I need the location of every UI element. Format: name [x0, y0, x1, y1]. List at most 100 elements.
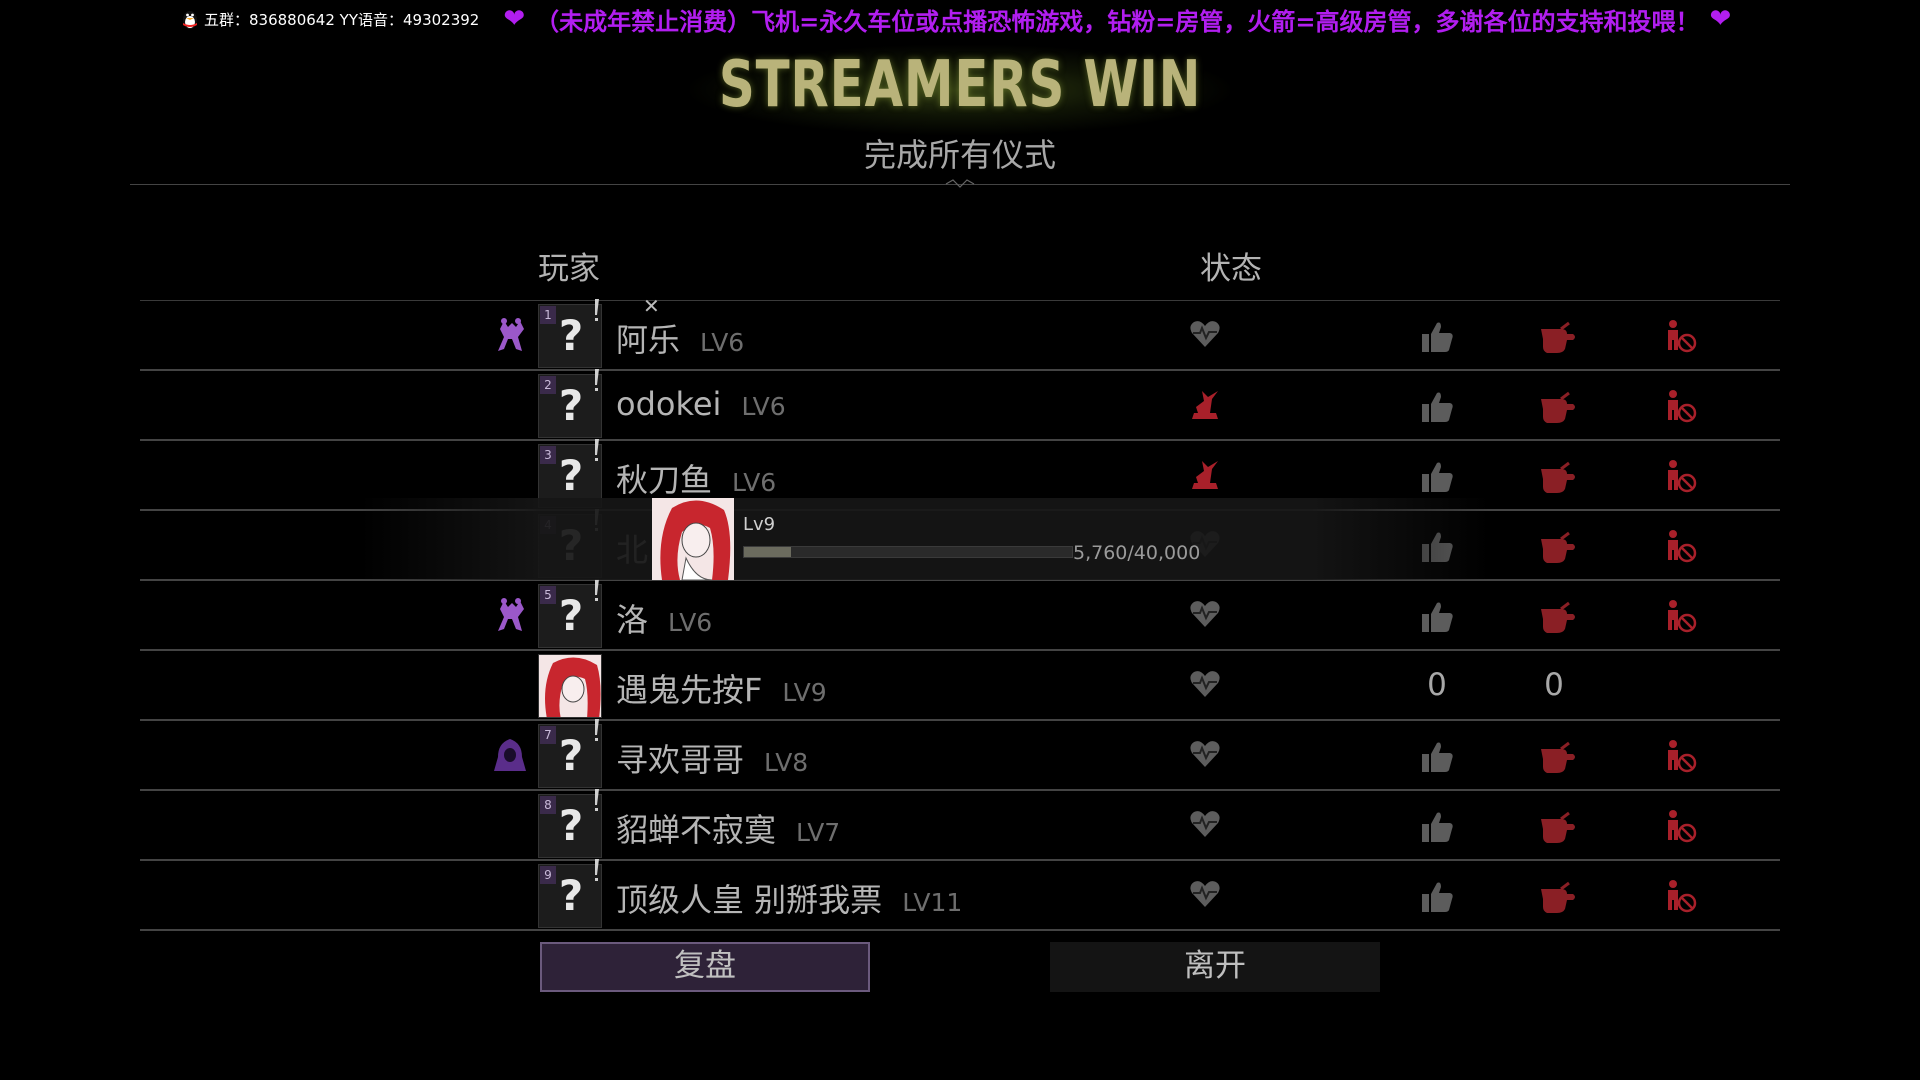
- alert-icon: [595, 789, 599, 811]
- column-header-player: 玩家: [538, 251, 600, 287]
- report-player-icon[interactable]: [1664, 808, 1698, 844]
- report-player-icon[interactable]: [1664, 318, 1698, 354]
- player-name: 洛 LV6: [616, 595, 712, 641]
- avatar: 1 ?: [538, 299, 602, 368]
- alert-icon: [595, 439, 599, 461]
- status-alive-icon: [1188, 737, 1222, 771]
- alert-icon: [595, 579, 599, 601]
- dancers-icon: [490, 315, 530, 355]
- player-level: LV6: [700, 328, 745, 357]
- thumbs-up-icon[interactable]: [1419, 459, 1455, 495]
- player-name-text: 顶级人皇 别掰我票: [616, 881, 883, 919]
- banner-notice: （未成年禁止消费）飞机=永久车位或点播恐怖游戏，钻粉=房管，火箭=高级房管，多谢…: [535, 7, 1700, 36]
- thumbs-down-icon[interactable]: [1537, 599, 1577, 637]
- heart-icon: ❤: [1709, 4, 1732, 34]
- status-alive-icon: [1188, 667, 1222, 701]
- dislike-count: 0: [1544, 667, 1564, 703]
- player-name: 阿乐 LV6: [616, 315, 744, 361]
- status-alive-icon: [1188, 877, 1222, 911]
- player-level: LV6: [732, 468, 777, 497]
- tooltip-avatar: [652, 498, 734, 580]
- alert-icon: [595, 369, 599, 391]
- tooltip-level: Lv9: [743, 514, 776, 535]
- player-row: 5 ? 洛 LV6: [140, 579, 1780, 651]
- player-row: 2 ? odokei LV6: [140, 369, 1780, 441]
- avatar: 9 ?: [538, 859, 602, 928]
- avatar: 5 ?: [538, 579, 602, 648]
- player-name: odokei LV6: [616, 385, 786, 423]
- xp-progress-fill: [744, 547, 792, 557]
- player-name: 顶级人皇 别掰我票 LV11: [616, 875, 962, 921]
- like-count: 0: [1427, 667, 1447, 703]
- player-name-text: odokei: [616, 385, 722, 423]
- report-player-icon[interactable]: [1664, 598, 1698, 634]
- thumbs-down-icon[interactable]: [1537, 389, 1577, 427]
- player-row: 8 ? 貂蝉不寂寞 LV7: [140, 789, 1780, 861]
- thumbs-down-icon[interactable]: [1537, 739, 1577, 777]
- player-name-text: 秋刀鱼: [616, 461, 713, 499]
- avatar: 8 ?: [538, 789, 602, 858]
- player-name: 遇鬼先按F LV9: [616, 665, 827, 711]
- avatar: 7 ?: [538, 719, 602, 788]
- thumbs-down-icon[interactable]: [1537, 319, 1577, 357]
- column-header-status: 状态: [1200, 251, 1262, 287]
- player-row: 7 ? 寻欢哥哥 LV8: [140, 719, 1780, 791]
- player-name-text: 寻欢哥哥: [616, 741, 745, 779]
- player-row: 9 ? 顶级人皇 别掰我票 LV11: [140, 859, 1780, 931]
- player-level: LV7: [796, 818, 841, 847]
- player-row: 1 ? 阿乐 LV6: [140, 299, 1780, 371]
- qq-penguin-icon: [183, 11, 197, 29]
- player-level: LV6: [668, 608, 713, 637]
- player-tooltip: Lv9 5,760/40,000: [360, 498, 1490, 580]
- avatar: [538, 654, 602, 718]
- thumbs-up-icon[interactable]: [1419, 599, 1455, 635]
- dancers-icon: [490, 595, 530, 635]
- player-row: 遇鬼先按F LV9 0 0: [140, 651, 1780, 721]
- player-name-text: 貂蝉不寂寞: [616, 811, 777, 849]
- result-subtitle: 完成所有仪式: [863, 136, 1056, 174]
- player-name: 秋刀鱼 LV6: [616, 455, 776, 501]
- xp-progress-bar: [743, 546, 1073, 558]
- divider-ornament: [945, 179, 975, 188]
- thumbs-down-icon[interactable]: [1537, 809, 1577, 847]
- heart-icon: ❤: [503, 4, 526, 34]
- player-name-text: 遇鬼先按F: [616, 671, 763, 709]
- alert-icon: [595, 299, 599, 321]
- status-alive-icon: [1188, 807, 1222, 841]
- thumbs-up-icon[interactable]: [1419, 319, 1455, 355]
- result-title: STREAMERS WIN: [718, 48, 1202, 122]
- alert-icon: [595, 719, 599, 741]
- thumbs-up-icon[interactable]: [1419, 809, 1455, 845]
- stream-banner: 五群：836880642 YY语音：49302392 ❤ （未成年禁止消费）飞机…: [180, 4, 1880, 36]
- replay-button[interactable]: 复盘: [540, 942, 870, 992]
- close-icon: ✕: [643, 294, 660, 318]
- status-sacrificed-icon: [1188, 457, 1222, 491]
- avatar: 2 ?: [538, 369, 602, 438]
- thumbs-down-icon[interactable]: [1537, 529, 1577, 567]
- report-player-icon[interactable]: [1664, 388, 1698, 424]
- status-alive-icon: [1188, 317, 1222, 351]
- report-player-icon[interactable]: [1664, 878, 1698, 914]
- banner-contact: 五群：836880642 YY语音：49302392: [204, 10, 480, 29]
- hooded-figure-icon: [490, 735, 530, 775]
- tooltip-xp: 5,760/40,000: [1073, 542, 1201, 564]
- report-player-icon[interactable]: [1664, 738, 1698, 774]
- player-level: LV8: [764, 748, 809, 777]
- player-name-text: 阿乐: [616, 321, 681, 359]
- thumbs-up-icon[interactable]: [1419, 389, 1455, 425]
- player-level: LV6: [741, 392, 786, 421]
- player-name: 寻欢哥哥 LV8: [616, 735, 808, 781]
- thumbs-up-icon[interactable]: [1419, 879, 1455, 915]
- report-player-icon[interactable]: [1664, 528, 1698, 564]
- report-player-icon[interactable]: [1664, 458, 1698, 494]
- player-level: LV9: [782, 678, 827, 707]
- player-name-text: 洛: [616, 601, 649, 639]
- thumbs-up-icon[interactable]: [1419, 739, 1455, 775]
- thumbs-down-icon[interactable]: [1537, 879, 1577, 917]
- player-level: LV11: [902, 888, 963, 917]
- status-sacrificed-icon: [1188, 387, 1222, 421]
- status-alive-icon: [1188, 597, 1222, 631]
- leave-button[interactable]: 离开: [1050, 942, 1380, 992]
- thumbs-down-icon[interactable]: [1537, 459, 1577, 497]
- portrait-image: [652, 498, 734, 580]
